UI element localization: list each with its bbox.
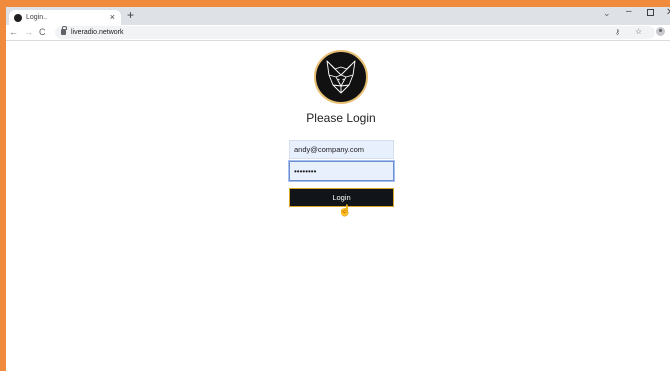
new-tab-icon[interactable]: + — [127, 9, 134, 22]
lock-icon[interactable] — [61, 26, 67, 35]
recording-frame-top — [0, 0, 670, 7]
browser-toolbar: ← → C liveradio.network ⚷ ☆ ⋮ — [6, 25, 670, 41]
url-text[interactable]: liveradio.network — [71, 27, 124, 38]
bookmark-star-icon[interactable]: ☆ — [635, 26, 642, 38]
window-close-icon[interactable]: ✕ — [666, 6, 670, 19]
page-content: Please Login Login ☝ — [6, 41, 670, 371]
password-field[interactable] — [289, 161, 394, 181]
hand-pointer-cursor-icon: ☝ — [338, 205, 352, 217]
tab-close-icon[interactable]: × — [110, 11, 115, 23]
favicon-icon — [14, 14, 22, 22]
email-field[interactable] — [289, 140, 394, 159]
tab-strip: Login.. × + ⌄ – ✕ — [6, 5, 670, 25]
tab-search-icon[interactable]: ⌄ — [603, 7, 611, 20]
address-bar[interactable]: liveradio.network ⚷ ☆ — [55, 26, 655, 39]
key-icon[interactable]: ⚷ — [615, 27, 620, 38]
browser-tab[interactable]: Login.. × — [9, 10, 121, 25]
tab-title: Login.. — [26, 14, 48, 21]
page-title: Please Login — [306, 111, 376, 125]
minimize-icon[interactable]: – — [626, 5, 632, 18]
reload-icon[interactable]: C — [39, 26, 46, 39]
profile-avatar-icon[interactable] — [656, 27, 665, 36]
maximize-icon[interactable] — [647, 9, 654, 16]
wolf-head-logo-icon — [314, 50, 368, 104]
forward-arrow-icon[interactable]: → — [24, 26, 33, 39]
back-arrow-icon[interactable]: ← — [9, 26, 18, 39]
